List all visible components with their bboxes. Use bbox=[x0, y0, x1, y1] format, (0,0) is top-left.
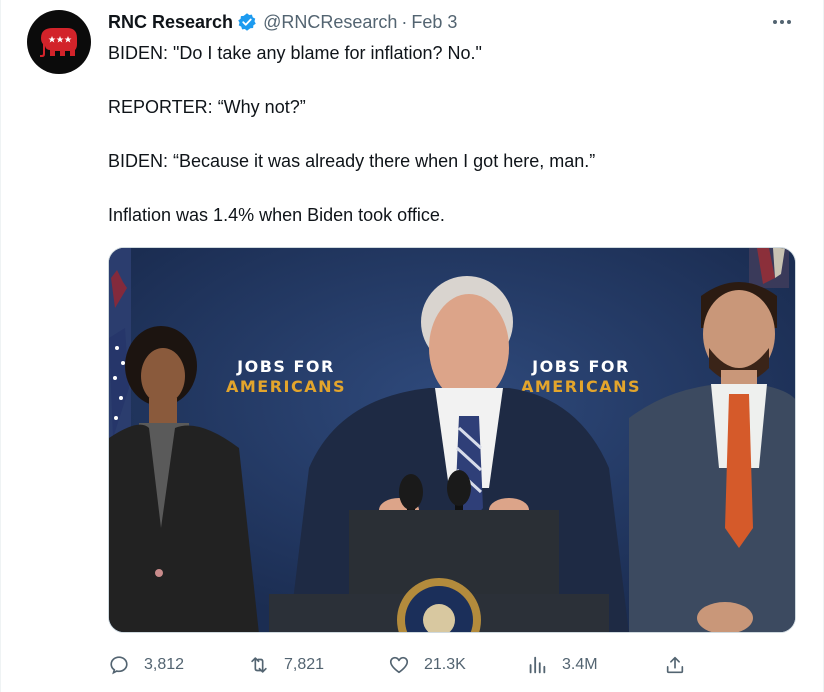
banner-right-line1: JOBS FOR bbox=[531, 357, 630, 376]
reply-button[interactable]: 3,812 bbox=[108, 650, 184, 680]
reply-icon bbox=[110, 656, 128, 675]
tweet-header: RNC Research @RNCResearch · Feb 3 bbox=[108, 10, 793, 34]
reply-count: 3,812 bbox=[144, 656, 185, 673]
share-button[interactable] bbox=[664, 650, 700, 680]
rnc-elephant-logo bbox=[40, 28, 77, 57]
tweet-text: BIDEN: "Do I take any blame for inflatio… bbox=[108, 40, 788, 256]
tweet-line: Inflation was 1.4% when Biden took offic… bbox=[108, 205, 445, 225]
verified-badge-icon bbox=[238, 13, 256, 31]
tweet-date[interactable]: Feb 3 bbox=[411, 12, 457, 33]
author-name[interactable]: RNC Research bbox=[108, 12, 233, 33]
separator-dot: · bbox=[401, 11, 408, 32]
share-icon bbox=[666, 656, 684, 674]
tweet-media-image[interactable]: JOBS FOR AMERICANS JOBS FOR AMERICANS bbox=[108, 247, 796, 633]
tweet-actions: 3,812 7,821 21.3K 3.4M bbox=[108, 650, 708, 680]
tweet-line: REPORTER: “Why not?” bbox=[108, 97, 306, 117]
banner-right-line2: AMERICANS bbox=[521, 377, 641, 396]
heart-icon bbox=[389, 656, 409, 674]
analytics-icon bbox=[529, 656, 546, 674]
press-conference-scene: JOBS FOR AMERICANS JOBS FOR AMERICANS bbox=[109, 248, 795, 632]
like-count: 21.3K bbox=[424, 656, 466, 673]
views-count: 3.4M bbox=[562, 656, 598, 673]
flag-left bbox=[109, 248, 131, 448]
banner-left-line2: AMERICANS bbox=[226, 377, 346, 396]
retweet-icon bbox=[251, 657, 267, 673]
tweet-line: BIDEN: "Do I take any blame for inflatio… bbox=[108, 43, 482, 63]
author-handle[interactable]: @RNCResearch bbox=[263, 12, 397, 33]
more-options-icon[interactable] bbox=[769, 12, 795, 32]
views-button[interactable]: 3.4M bbox=[526, 650, 598, 680]
tweet-line: BIDEN: “Because it was already there whe… bbox=[108, 151, 596, 171]
tweet-card[interactable]: RNC Research @RNCResearch · Feb 3 BIDEN:… bbox=[0, 0, 824, 692]
like-button[interactable]: 21.3K bbox=[388, 650, 466, 680]
author-avatar[interactable] bbox=[27, 10, 91, 74]
retweet-count: 7,821 bbox=[284, 656, 325, 673]
flag-right bbox=[749, 248, 789, 288]
retweet-button[interactable]: 7,821 bbox=[248, 650, 324, 680]
banner-left-line1: JOBS FOR bbox=[236, 357, 335, 376]
